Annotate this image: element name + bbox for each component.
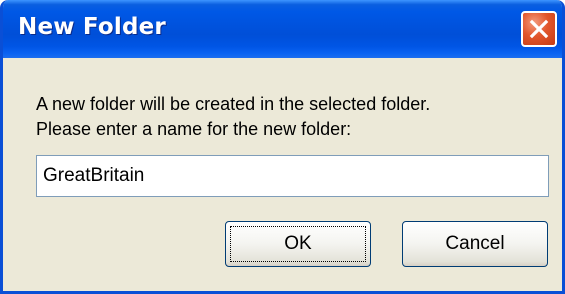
- close-button[interactable]: [521, 11, 557, 47]
- folder-name-input[interactable]: [36, 155, 549, 197]
- ok-label: OK: [230, 226, 366, 262]
- close-icon: [529, 19, 549, 39]
- title-bar[interactable]: New Folder: [3, 0, 562, 58]
- cancel-button[interactable]: Cancel: [402, 221, 548, 267]
- dialog-message: A new folder will be created in the sele…: [36, 92, 430, 142]
- new-folder-dialog: New Folder A new folder will be created …: [0, 0, 565, 294]
- ok-button[interactable]: OK: [225, 221, 371, 267]
- dialog-title: New Folder: [18, 14, 166, 40]
- message-line-2: Please enter a name for the new folder:: [36, 119, 352, 139]
- message-line-1: A new folder will be created in the sele…: [36, 94, 431, 114]
